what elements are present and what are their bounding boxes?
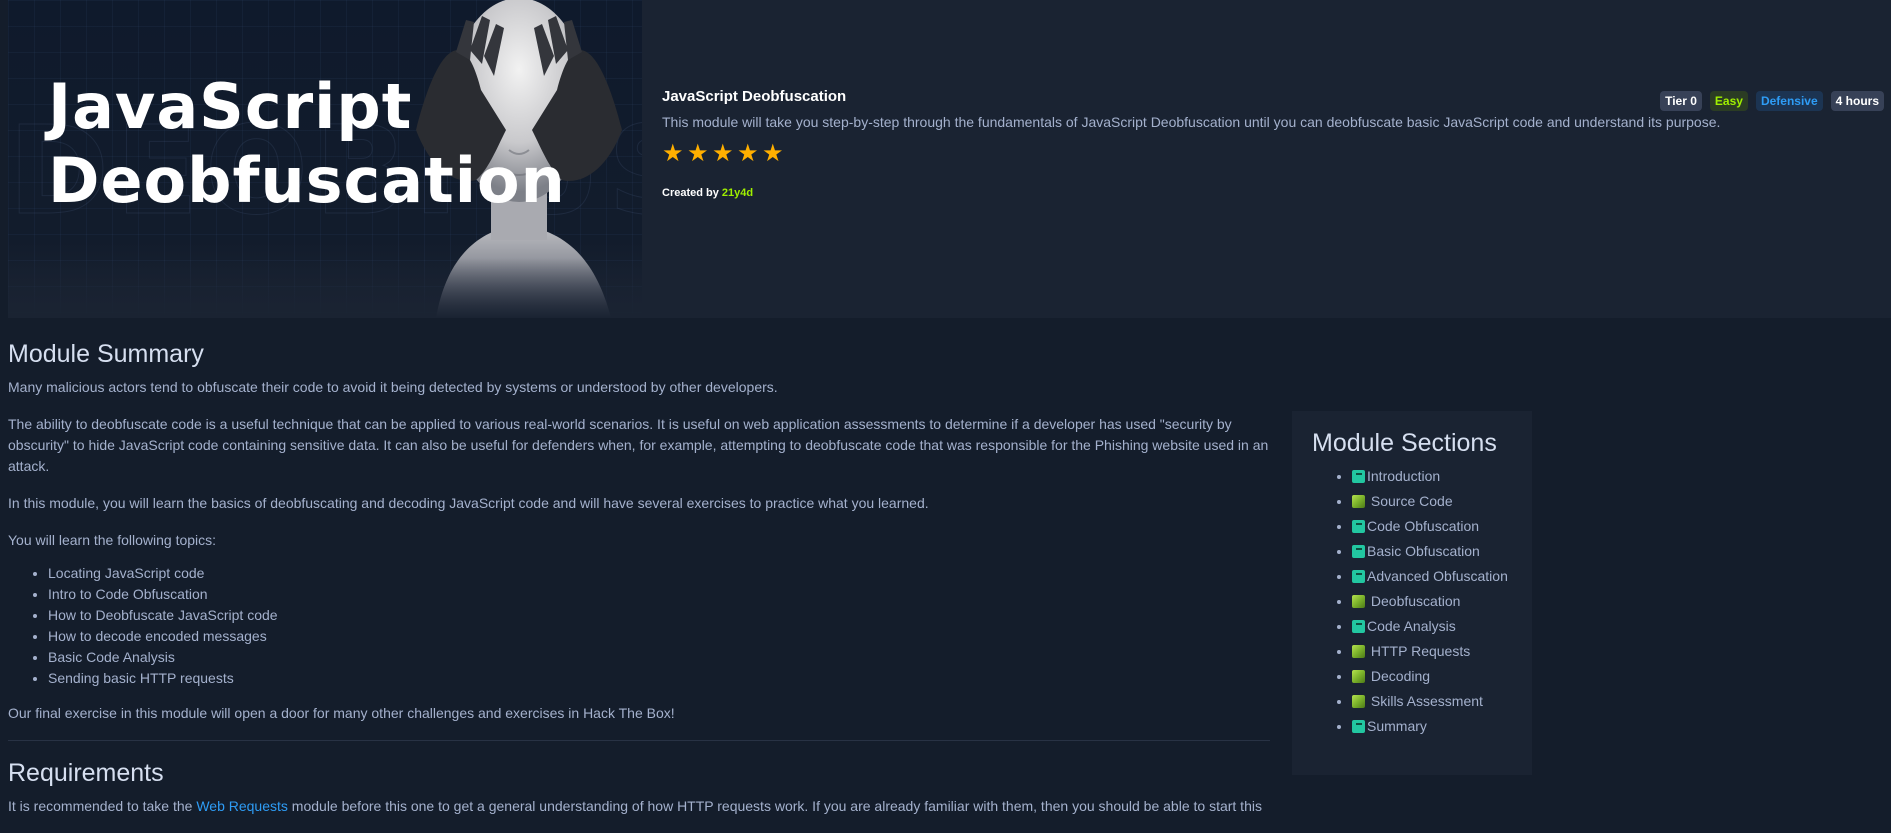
requirements-text: It is recommended to take the Web Reques… — [8, 796, 1270, 817]
module-header-card: DEOBFUS JavaScript Deobfuscation JavaScr… — [8, 0, 1891, 318]
banner-bottom-fade — [8, 258, 642, 318]
banner-title-line1: JavaScript — [48, 70, 413, 143]
list-item: Intro to Code Obfuscation — [48, 584, 1270, 605]
star-icon: ★ — [762, 140, 784, 167]
banner-title-line2: Deobfuscation — [48, 144, 566, 217]
section-item-introduction[interactable]: Introduction — [1352, 464, 1512, 489]
list-item: Sending basic HTTP requests — [48, 668, 1270, 689]
rating-stars: ★ ★ ★ ★ ★ — [662, 140, 1883, 167]
section-item-code-analysis[interactable]: Code Analysis — [1352, 614, 1512, 639]
created-by-label: Created by — [662, 187, 719, 199]
book-icon — [1352, 470, 1365, 483]
created-by: Created by 21y4d — [662, 187, 1883, 199]
section-item-label: Basic Obfuscation — [1367, 543, 1480, 559]
summary-paragraph: You will learn the following topics: — [8, 532, 217, 548]
module-banner-image: DEOBFUS JavaScript Deobfuscation — [8, 0, 642, 318]
section-item-label: Code Analysis — [1367, 618, 1456, 634]
section-item-label: Summary — [1367, 718, 1427, 734]
list-item: How to Deobfuscate JavaScript code — [48, 605, 1270, 626]
requirements-heading: Requirements — [8, 759, 164, 787]
summary-paragraph: Many malicious actors tend to obfuscate … — [8, 379, 778, 395]
section-item-decoding[interactable]: Decoding — [1352, 664, 1512, 689]
requirements-text-after: module before this one to get a general … — [287, 798, 1262, 814]
banner-title: JavaScript Deobfuscation — [48, 70, 566, 218]
section-divider — [8, 740, 1270, 741]
book-icon — [1352, 545, 1365, 558]
list-item: How to decode encoded messages — [48, 626, 1270, 647]
star-icon: ★ — [687, 140, 709, 167]
category-badge: Defensive — [1755, 91, 1823, 111]
section-item-source-code[interactable]: Source Code — [1352, 489, 1512, 514]
section-item-label: Advanced Obfuscation — [1367, 568, 1508, 584]
section-item-label: Source Code — [1370, 493, 1453, 509]
section-item-summary[interactable]: Summary — [1352, 714, 1512, 739]
section-item-code-obfuscation[interactable]: Code Obfuscation — [1352, 514, 1512, 539]
module-description: This module will take you step-by-step t… — [662, 114, 1721, 130]
module-sections-panel: Module Sections Introduction Source Code… — [1292, 411, 1532, 775]
web-requests-link[interactable]: Web Requests — [196, 798, 288, 814]
book-icon — [1352, 570, 1365, 583]
section-item-basic-obfuscation[interactable]: Basic Obfuscation — [1352, 539, 1512, 564]
section-item-label: Skills Assessment — [1370, 693, 1483, 709]
section-item-label: Deobfuscation — [1370, 593, 1461, 609]
author-link[interactable]: 21y4d — [722, 187, 753, 199]
star-icon: ★ — [712, 140, 734, 167]
section-item-deobfuscation[interactable]: Deobfuscation — [1352, 589, 1512, 614]
topics-list: Locating JavaScript code Intro to Code O… — [48, 563, 1270, 689]
book-icon — [1352, 520, 1365, 533]
section-item-label: HTTP Requests — [1370, 643, 1471, 659]
module-sections-heading: Module Sections — [1312, 429, 1497, 457]
section-item-label: Decoding — [1370, 668, 1431, 684]
tier-badge: Tier 0 — [1660, 91, 1702, 111]
module-content: Module Summary Many malicious actors ten… — [8, 340, 1270, 833]
cube-icon — [1352, 645, 1365, 658]
cube-icon — [1352, 595, 1365, 608]
cube-icon — [1352, 495, 1365, 508]
section-item-label: Introduction — [1367, 468, 1441, 484]
cube-icon — [1352, 695, 1365, 708]
summary-paragraph: The ability to deobfuscate code is a use… — [8, 416, 1269, 474]
difficulty-badge: Easy — [1709, 91, 1748, 111]
module-sections-list: Introduction Source Code Code Obfuscatio… — [1352, 464, 1512, 739]
module-badges: Tier 0 Easy Defensive 4 hours — [1660, 91, 1884, 111]
book-icon — [1352, 620, 1365, 633]
cube-icon — [1352, 670, 1365, 683]
book-icon — [1352, 720, 1365, 733]
section-item-skills-assessment[interactable]: Skills Assessment — [1352, 689, 1512, 714]
summary-paragraph: In this module, you will learn the basic… — [8, 495, 929, 511]
list-item: Basic Code Analysis — [48, 647, 1270, 668]
star-icon: ★ — [662, 140, 684, 167]
star-icon: ★ — [737, 140, 759, 167]
duration-badge: 4 hours — [1830, 91, 1884, 111]
summary-paragraph: Our final exercise in this module will o… — [8, 705, 675, 721]
list-item: Locating JavaScript code — [48, 563, 1270, 584]
section-item-advanced-obfuscation[interactable]: Advanced Obfuscation — [1352, 564, 1512, 589]
section-item-label: Code Obfuscation — [1367, 518, 1480, 534]
module-summary-heading: Module Summary — [8, 340, 204, 368]
section-item-http-requests[interactable]: HTTP Requests — [1352, 639, 1512, 664]
requirements-text-before: It is recommended to take the — [8, 798, 197, 814]
